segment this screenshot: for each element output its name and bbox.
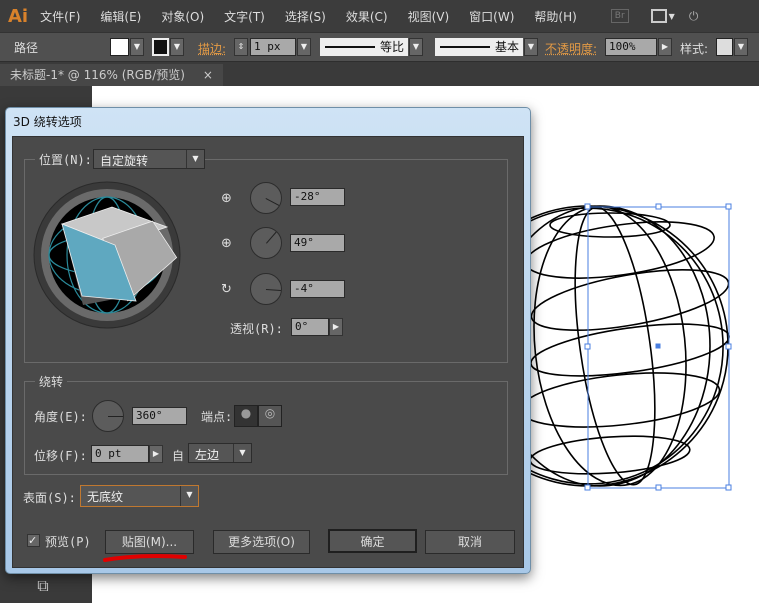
red-underline-annotation bbox=[103, 554, 187, 562]
map-art-button[interactable]: 贴图(M)... bbox=[105, 530, 194, 554]
position-select[interactable]: 自定旋转 ▼ bbox=[93, 149, 205, 169]
dialog-title: 3D 绕转选项 bbox=[13, 115, 82, 129]
x-rotation-input[interactable]: -28° bbox=[290, 188, 345, 206]
surface-select[interactable]: 无底纹 ▼ bbox=[80, 485, 199, 507]
3d-revolve-dialog: 3D 绕转选项 位置(N): 自定旋转 ▼ ⊕ -28° ⊕ 49° ↻ -4° … bbox=[5, 107, 531, 574]
perspective-arrow[interactable]: ▶ bbox=[329, 318, 343, 336]
chevron-down-icon: ▼ bbox=[233, 444, 251, 462]
preview-checkbox[interactable]: ✓ bbox=[27, 534, 40, 547]
dialog-body: 位置(N): 自定旋转 ▼ ⊕ -28° ⊕ 49° ↻ -4° 透视(R): 0… bbox=[12, 136, 524, 568]
cap-off-button[interactable]: ◎ bbox=[258, 405, 282, 427]
chevron-down-icon: ▼ bbox=[180, 486, 198, 506]
perspective-input[interactable]: 0° bbox=[291, 318, 329, 336]
x-axis-icon: ⊕ bbox=[221, 191, 232, 206]
angle-label: 角度(E): bbox=[34, 410, 87, 424]
y-axis-icon: ⊕ bbox=[221, 236, 232, 251]
cancel-button[interactable]: 取消 bbox=[425, 530, 515, 554]
from-label: 自 bbox=[172, 449, 185, 463]
perspective-label: 透视(R): bbox=[230, 322, 283, 336]
position-label: 位置(N): bbox=[35, 151, 96, 168]
offset-label: 位移(F): bbox=[34, 449, 87, 463]
y-rotation-dial[interactable] bbox=[250, 227, 282, 259]
from-select[interactable]: 左边 ▼ bbox=[188, 443, 252, 463]
offset-arrow[interactable]: ▶ bbox=[149, 445, 163, 463]
angle-input[interactable]: 360° bbox=[132, 407, 187, 425]
offset-input[interactable]: 0 pt bbox=[91, 445, 149, 463]
z-rotation-dial[interactable] bbox=[250, 273, 282, 305]
z-rotation-input[interactable]: -4° bbox=[290, 280, 345, 298]
cap-label: 端点: bbox=[201, 410, 233, 424]
x-rotation-dial[interactable] bbox=[250, 182, 282, 214]
more-options-button[interactable]: 更多选项(O) bbox=[213, 530, 310, 554]
from-value: 左边 bbox=[195, 448, 220, 462]
revolve-group-label: 绕转 bbox=[35, 373, 68, 390]
preview-label[interactable]: 预览(P) bbox=[45, 533, 91, 550]
surface-label: 表面(S): bbox=[23, 491, 76, 505]
rotation-track-cube[interactable] bbox=[33, 179, 183, 329]
chevron-down-icon: ▼ bbox=[186, 150, 204, 168]
y-rotation-input[interactable]: 49° bbox=[290, 234, 345, 252]
ok-button[interactable]: 确定 bbox=[328, 529, 417, 553]
z-axis-icon: ↻ bbox=[221, 282, 232, 297]
surface-value: 无底纹 bbox=[87, 490, 124, 504]
angle-dial[interactable] bbox=[92, 400, 124, 432]
position-value: 自定旋转 bbox=[100, 154, 149, 168]
cap-on-button[interactable]: ● bbox=[234, 405, 258, 427]
